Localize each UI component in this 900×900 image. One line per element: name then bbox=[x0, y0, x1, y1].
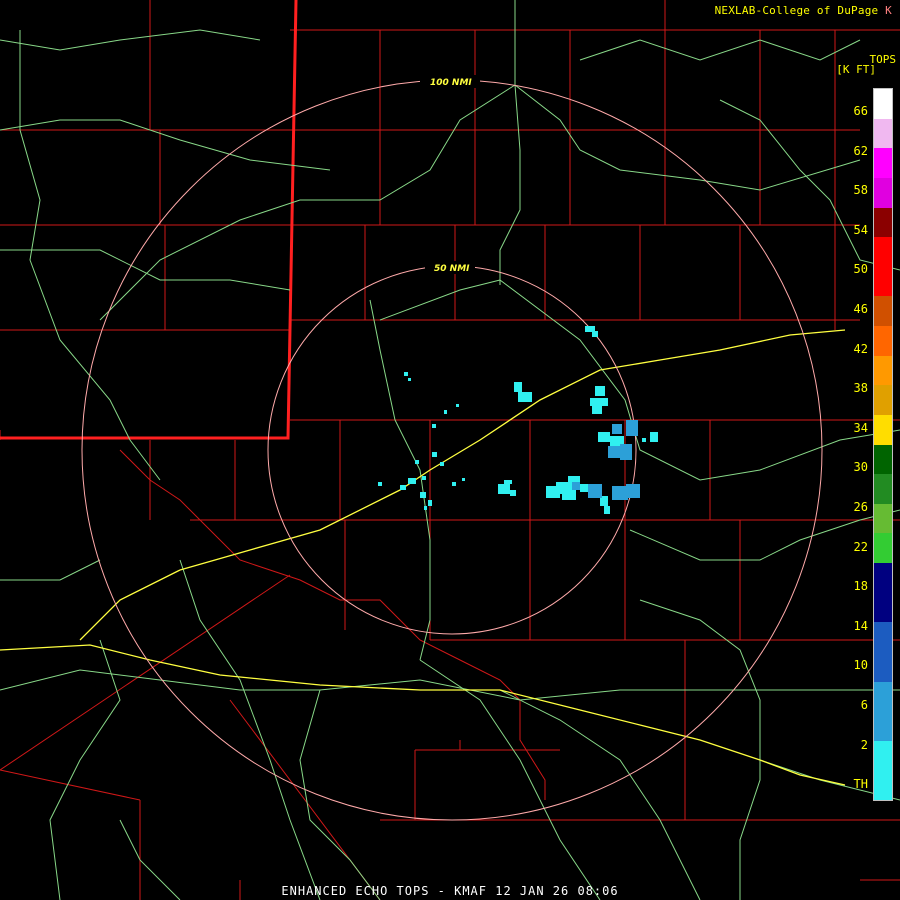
legend-swatch bbox=[874, 326, 892, 356]
legend-tick-label: 58 bbox=[853, 183, 868, 198]
legend-units: [K FT] bbox=[836, 63, 876, 76]
color-legend-bar bbox=[873, 88, 893, 801]
legend-tick-label: TH bbox=[853, 777, 868, 792]
legend-swatch bbox=[874, 118, 892, 149]
legend-swatch bbox=[874, 207, 892, 238]
legend-swatch bbox=[874, 533, 892, 563]
legend-tick-label: 30 bbox=[853, 460, 868, 475]
legend-swatch bbox=[874, 385, 892, 415]
radar-map: 100 NMI 50 NMI bbox=[0, 0, 900, 900]
legend-tick-label: 42 bbox=[853, 341, 868, 356]
legend-tick-label: 2 bbox=[860, 737, 868, 752]
legend-tick-label: 18 bbox=[853, 579, 868, 594]
legend-tick-label: 66 bbox=[853, 104, 868, 118]
legend-tick-label: 6 bbox=[860, 698, 868, 712]
legend-swatch bbox=[874, 355, 892, 386]
credit-mark: K bbox=[885, 4, 892, 17]
legend-tick-label: 34 bbox=[853, 420, 868, 435]
legend-swatch bbox=[874, 592, 892, 623]
legend-swatch bbox=[874, 681, 892, 712]
legend-swatch bbox=[874, 622, 892, 652]
legend-swatch bbox=[874, 296, 892, 326]
legend-tick-label: 54 bbox=[853, 222, 868, 237]
legend-swatch bbox=[874, 414, 892, 445]
credit-text: NEXLAB-College of DuPage K bbox=[714, 4, 892, 17]
legend-swatch bbox=[874, 651, 892, 682]
legend-tick-label: 14 bbox=[853, 618, 868, 633]
legend-tick-label: 38 bbox=[853, 381, 868, 396]
legend-swatch bbox=[874, 177, 892, 208]
product-footer: ENHANCED ECHO TOPS - KMAF 12 JAN 26 08:0… bbox=[281, 884, 619, 898]
legend-tick-label: 26 bbox=[853, 500, 868, 514]
legend-swatch bbox=[874, 266, 892, 297]
legend-tick-label: 62 bbox=[853, 143, 868, 158]
legend-swatch bbox=[874, 444, 892, 475]
legend-swatch bbox=[874, 711, 892, 741]
legend-tick-label: 10 bbox=[853, 658, 868, 673]
ring-label-100: 100 NMI bbox=[430, 78, 472, 88]
legend-swatch bbox=[874, 770, 892, 800]
legend-swatch bbox=[874, 474, 892, 504]
legend-swatch bbox=[874, 148, 892, 178]
ring-label-50: 50 NMI bbox=[434, 264, 470, 274]
legend-swatch bbox=[874, 503, 892, 534]
legend-tick-label: 22 bbox=[853, 539, 868, 554]
legend-swatch bbox=[874, 740, 892, 771]
legend-tick-label: 46 bbox=[853, 302, 868, 316]
legend-swatch bbox=[874, 89, 892, 119]
legend-swatch bbox=[874, 563, 892, 593]
legend-tick-label: 50 bbox=[853, 262, 868, 277]
legend-swatch bbox=[874, 237, 892, 267]
